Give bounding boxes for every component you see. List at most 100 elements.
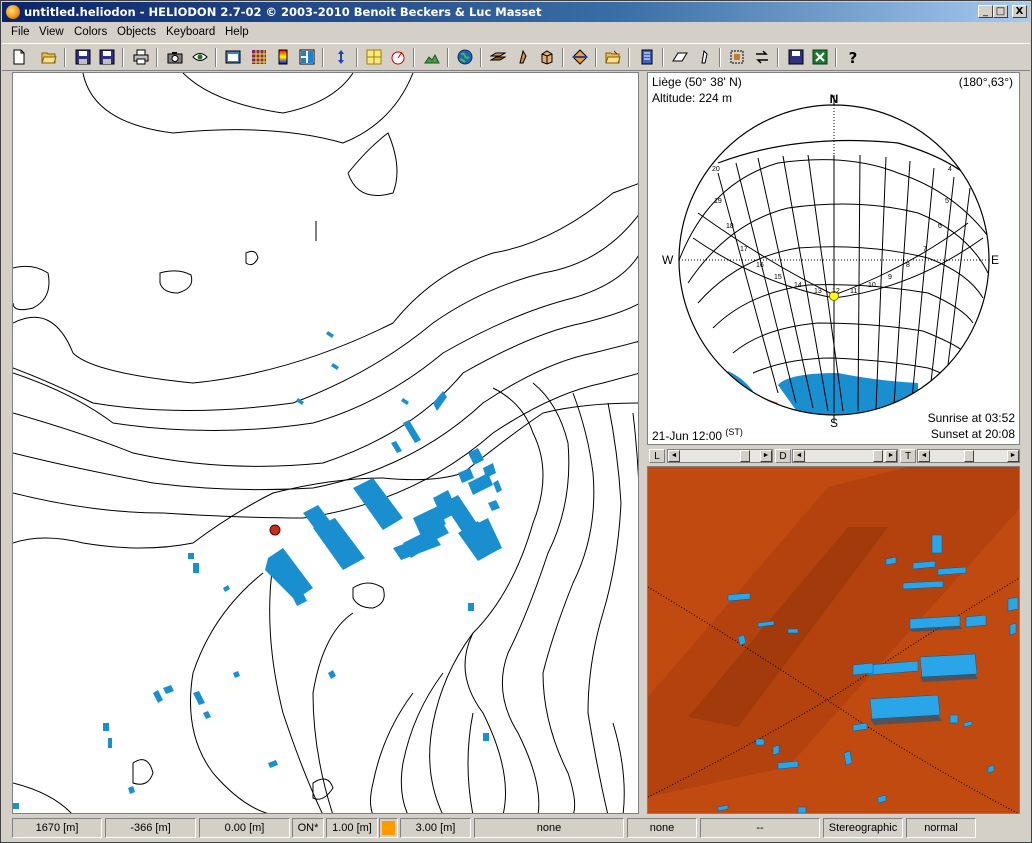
status-field-3: -- (700, 818, 820, 838)
toolbar-separator (156, 48, 158, 67)
hour-label: 18 (726, 223, 734, 230)
menu-view[interactable]: View (39, 26, 64, 38)
hour-label: 20 (712, 166, 720, 173)
help-icon[interactable]: ? (845, 49, 861, 65)
hour-label: 5 (945, 198, 949, 205)
color-scale-icon[interactable] (275, 49, 291, 65)
toolbar-separator (322, 48, 324, 67)
site-plan-view[interactable] (12, 72, 639, 814)
slider-l-thumb[interactable] (740, 450, 750, 462)
status-bar: 1670 [m] -366 [m] 0.00 [m] ON* 1.00 [m] … (2, 816, 1030, 842)
hour-label: 16 (756, 262, 764, 269)
slider-l-left-arrow[interactable]: ◄ (668, 450, 680, 462)
status-field-1: none (474, 818, 624, 838)
globe-icon[interactable] (457, 49, 473, 65)
hour-label: 15 (774, 274, 782, 281)
slider-l-right-arrow[interactable]: ► (760, 450, 772, 462)
sun-path-view[interactable]: N S E W 4 5 6 7 8 9 10 11 12 13 14 15 16… (647, 72, 1020, 445)
print-icon[interactable] (133, 49, 149, 65)
app-icon[interactable] (6, 5, 20, 19)
plane-icon[interactable] (515, 49, 531, 65)
tiles-icon[interactable] (299, 49, 315, 65)
maximize-button[interactable]: □ (993, 5, 1008, 18)
hour-label: 7 (923, 246, 927, 253)
slider-t[interactable]: ◄ ► (917, 449, 1020, 463)
sun-path-diagram[interactable]: N S E W 4 5 6 7 8 9 10 11 12 13 14 15 16… (648, 73, 1020, 445)
slider-t-label: T (900, 449, 916, 463)
arrows-icon[interactable] (754, 49, 770, 65)
menu-objects[interactable]: Objects (117, 26, 156, 38)
menu-keyboard[interactable]: Keyboard (166, 26, 215, 38)
slider-d[interactable]: ◄ ► (792, 449, 898, 463)
toolbar-separator (719, 48, 721, 67)
folder-icon[interactable] (605, 49, 621, 65)
slider-d-label: D (775, 449, 791, 463)
status-z-coordinate: 0.00 [m] (199, 818, 290, 838)
status-field-2: none (627, 818, 697, 838)
menu-help[interactable]: Help (225, 26, 249, 38)
menu-colors[interactable]: Colors (74, 26, 107, 38)
close-button[interactable]: X (1012, 5, 1027, 18)
toolbar-separator (356, 48, 358, 67)
location-label: Liège (50° 38' N) (652, 75, 742, 89)
new-icon[interactable] (11, 49, 27, 65)
sundial-icon[interactable] (390, 49, 406, 65)
contour-map[interactable] (13, 73, 639, 814)
slider-d-right-arrow[interactable]: ► (885, 450, 897, 462)
observer-marker[interactable] (269, 524, 281, 536)
slider-t-right-arrow[interactable]: ► (1007, 450, 1019, 462)
3d-scene[interactable] (648, 467, 1020, 814)
terrain-icon[interactable] (424, 49, 440, 65)
minimize-button[interactable]: _ (978, 5, 993, 18)
toolbar-separator (122, 48, 124, 67)
grid-color-icon[interactable] (251, 49, 267, 65)
status-height: 3.00 [m] (400, 818, 471, 838)
toolbar: ? (2, 43, 1030, 71)
slider-l-label: L (649, 449, 665, 463)
status-color-swatch[interactable] (379, 818, 398, 838)
title-bar[interactable]: untitled.heliodon - HELIODON 2.7-02 © 20… (2, 2, 1030, 22)
open-icon[interactable] (41, 49, 57, 65)
slider-l[interactable]: ◄ ► (667, 449, 773, 463)
compass-east-label: E (991, 253, 999, 267)
3d-view[interactable] (647, 466, 1020, 814)
toolbar-separator (447, 48, 449, 67)
hour-label: 4 (948, 166, 952, 173)
menu-file[interactable]: File (11, 26, 30, 38)
camera-icon[interactable] (167, 49, 183, 65)
swap-icon[interactable] (333, 49, 349, 65)
window-icon[interactable] (225, 49, 241, 65)
excel-icon[interactable] (812, 49, 828, 65)
slider-d-left-arrow[interactable]: ◄ (793, 450, 805, 462)
hour-label: 8 (906, 262, 910, 269)
hour-label: 19 (714, 198, 722, 205)
status-mode: normal (906, 818, 976, 838)
layers-icon[interactable] (490, 49, 506, 65)
svg-text:?: ? (849, 49, 858, 65)
layout-icon[interactable] (366, 49, 382, 65)
toolbar-separator (480, 48, 482, 67)
menu-bar: File View Colors Objects Keyboard Help (2, 23, 1030, 42)
disk-icon[interactable] (788, 49, 804, 65)
toolbar-separator (777, 48, 779, 67)
compass-south-label: S (830, 416, 838, 430)
status-x-coordinate: 1670 [m] (12, 818, 102, 838)
save-icon[interactable] (75, 49, 91, 65)
slider-t-left-arrow[interactable]: ◄ (918, 450, 930, 462)
select-icon[interactable] (729, 49, 745, 65)
slant-icon[interactable] (696, 49, 712, 65)
shear-icon[interactable] (672, 49, 688, 65)
status-snap-toggle[interactable]: ON* (292, 818, 324, 838)
slider-d-thumb[interactable] (873, 450, 883, 462)
hour-label: 6 (938, 223, 942, 230)
save-as-icon[interactable] (99, 49, 115, 65)
hour-label: 10 (868, 282, 876, 289)
slider-t-thumb[interactable] (964, 450, 974, 462)
hour-label: 17 (740, 246, 748, 253)
box-icon[interactable] (539, 49, 555, 65)
altitude-label: Altitude: 224 m (652, 91, 733, 105)
toolbar-separator (64, 48, 66, 67)
diamond-icon[interactable] (572, 49, 588, 65)
page-icon[interactable] (639, 49, 655, 65)
eye-icon[interactable] (192, 49, 208, 65)
